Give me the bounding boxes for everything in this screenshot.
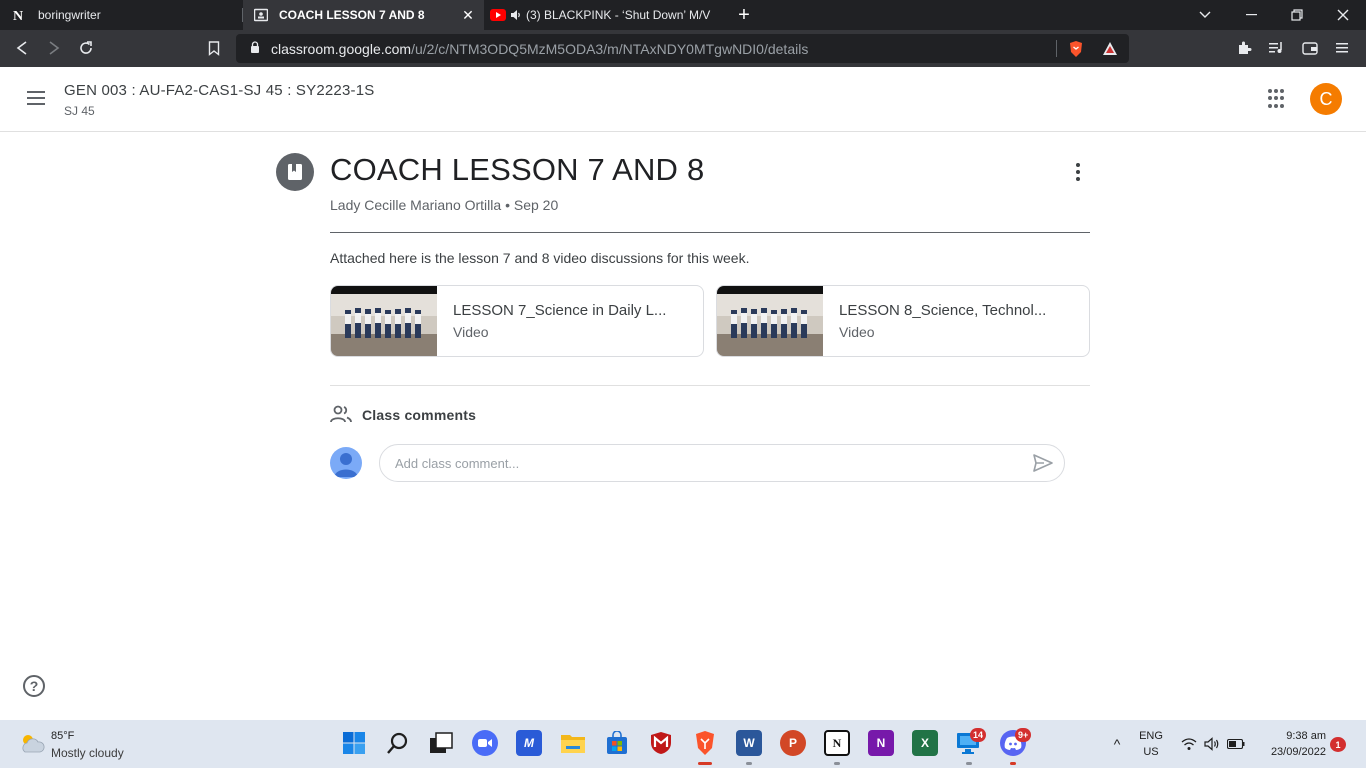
class-comments-label: Class comments xyxy=(362,407,477,423)
post-title: COACH LESSON 7 AND 8 xyxy=(330,152,705,187)
notification-badge: 9+ xyxy=(1015,728,1032,742)
course-title[interactable]: GEN 003 : AU-FA2-CAS1-SJ 45 : SY2223-1S xyxy=(64,82,374,99)
help-icon[interactable]: ? xyxy=(23,675,45,697)
video-thumbnail xyxy=(717,286,823,356)
address-bar[interactable]: classroom.google.com/u/2/c/NTM3ODQ5MzM5O… xyxy=(236,34,1129,63)
attachment-card[interactable]: LESSON 7_Science in Daily L... Video xyxy=(330,285,704,357)
reload-icon[interactable] xyxy=(74,36,98,60)
browser-tab-strip: N boringwriter COACH LESSON 7 AND 8 ✕ (3… xyxy=(0,0,1366,30)
class-comment-input[interactable] xyxy=(379,444,1065,482)
material-icon xyxy=(276,153,314,191)
course-section: SJ 45 xyxy=(64,104,95,118)
forward-icon[interactable] xyxy=(42,36,66,60)
omnibox-separator xyxy=(1056,40,1057,57)
notification-badge: 14 xyxy=(970,728,987,742)
powerpoint-icon[interactable]: P xyxy=(780,730,806,756)
send-icon[interactable] xyxy=(1032,453,1054,473)
menu-icon[interactable] xyxy=(1330,36,1354,60)
wallet-icon[interactable] xyxy=(1298,36,1322,60)
media-controls-icon[interactable] xyxy=(1264,36,1288,60)
youtube-icon xyxy=(490,7,506,23)
open-app-indicator xyxy=(746,762,752,765)
file-explorer-icon[interactable] xyxy=(560,730,586,756)
url-text: classroom.google.com/u/2/c/NTM3ODQ5MzM5O… xyxy=(271,40,809,57)
people-icon xyxy=(330,404,352,424)
volume-icon[interactable] xyxy=(1203,736,1221,752)
tab-label: boringwriter xyxy=(38,8,101,22)
classroom-icon xyxy=(253,7,269,23)
browser-toolbar: classroom.google.com/u/2/c/NTM3ODQ5MzM5O… xyxy=(0,30,1366,67)
search-icon[interactable] xyxy=(385,730,411,756)
user-avatar xyxy=(330,447,362,479)
mathpix-icon[interactable]: M xyxy=(516,730,542,756)
weather-temp: 85°F xyxy=(51,730,75,742)
mcafee-icon[interactable] xyxy=(648,730,674,756)
wifi-icon[interactable] xyxy=(1180,736,1198,752)
input-language[interactable]: ENG xyxy=(1136,730,1166,742)
lock-icon xyxy=(250,41,264,56)
attachment-title: LESSON 8_Science, Technol... xyxy=(839,302,1047,319)
attachment-type: Video xyxy=(839,324,875,340)
onenote-icon[interactable]: N xyxy=(868,730,894,756)
battery-icon[interactable] xyxy=(1227,736,1245,752)
tray-overflow-chevron-icon[interactable]: ^ xyxy=(1108,736,1126,752)
post-body: Attached here is the lesson 7 and 8 vide… xyxy=(330,250,750,266)
new-tab-button[interactable]: + xyxy=(734,4,754,26)
attachment-card[interactable]: LESSON 8_Science, Technol... Video xyxy=(716,285,1090,357)
tab-label: (3) BLACKPINK - ‘Shut Down’ M/V xyxy=(526,8,711,22)
notion-icon: N xyxy=(12,7,28,23)
bookmark-icon[interactable] xyxy=(202,36,226,60)
clock-date[interactable]: 23/09/2022 xyxy=(1256,746,1326,758)
hamburger-menu-icon[interactable] xyxy=(24,87,48,111)
screen: N boringwriter COACH LESSON 7 AND 8 ✕ (3… xyxy=(0,0,1366,768)
post-date: Sep 20 xyxy=(513,197,559,213)
post-author: Lady Cecille Mariano Ortilla xyxy=(330,197,502,213)
clock-time[interactable]: 9:38 am xyxy=(1256,730,1326,742)
tab-label: COACH LESSON 7 AND 8 xyxy=(279,8,425,22)
brave-browser-icon[interactable] xyxy=(692,730,718,756)
attachment-title: LESSON 7_Science in Daily L... xyxy=(453,302,667,319)
tab-coach-lesson[interactable]: COACH LESSON 7 AND 8 ✕ xyxy=(243,0,484,30)
comments-divider xyxy=(330,385,1090,386)
post-meta: Lady Cecille Mariano Ortilla • Sep 20 xyxy=(330,197,558,213)
open-app-indicator xyxy=(966,762,972,765)
post-divider xyxy=(330,232,1090,233)
extensions-icon[interactable] xyxy=(1232,36,1256,60)
windows-taskbar: 85°F Mostly cloudy M W P N N X 14 9+ ^ E… xyxy=(0,720,1366,768)
excel-icon[interactable]: X xyxy=(912,730,938,756)
notion-app-icon[interactable]: N xyxy=(824,730,850,756)
classroom-header: GEN 003 : AU-FA2-CAS1-SJ 45 : SY2223-1S … xyxy=(0,67,1366,132)
close-window-icon[interactable] xyxy=(1320,0,1366,30)
open-app-indicator xyxy=(834,762,840,765)
close-tab-icon[interactable]: ✕ xyxy=(460,7,476,23)
tab-youtube[interactable]: (3) BLACKPINK - ‘Shut Down’ M/V xyxy=(484,0,722,30)
tab-search-chevron-icon[interactable] xyxy=(1182,0,1228,30)
video-thumbnail xyxy=(331,286,437,356)
restore-icon[interactable] xyxy=(1274,0,1320,30)
task-view-icon[interactable] xyxy=(428,730,454,756)
speaker-icon[interactable] xyxy=(510,7,522,23)
svg-text:N: N xyxy=(13,9,23,23)
attachment-type: Video xyxy=(453,324,489,340)
brave-shields-icon[interactable] xyxy=(1068,40,1084,63)
zoom-icon[interactable] xyxy=(472,730,498,756)
word-icon[interactable]: W xyxy=(736,730,762,756)
microsoft-store-icon[interactable] xyxy=(604,730,630,756)
notification-center-badge[interactable]: 1 xyxy=(1330,737,1346,752)
meta-separator: • xyxy=(505,197,510,213)
active-app-indicator xyxy=(698,762,712,765)
brave-rewards-icon[interactable] xyxy=(1102,41,1118,61)
more-options-icon[interactable] xyxy=(1066,160,1090,184)
minimize-icon[interactable] xyxy=(1228,0,1274,30)
back-icon[interactable] xyxy=(10,36,34,60)
weather-desc: Mostly cloudy xyxy=(51,746,124,760)
input-region[interactable]: US xyxy=(1136,746,1166,758)
google-apps-icon[interactable] xyxy=(1268,89,1288,109)
tab-boringwriter[interactable]: N boringwriter xyxy=(0,0,243,30)
open-app-indicator xyxy=(1010,762,1016,765)
account-avatar[interactable]: C xyxy=(1310,83,1342,115)
weather-cloudy-icon[interactable] xyxy=(18,732,46,754)
start-icon[interactable] xyxy=(341,730,367,756)
